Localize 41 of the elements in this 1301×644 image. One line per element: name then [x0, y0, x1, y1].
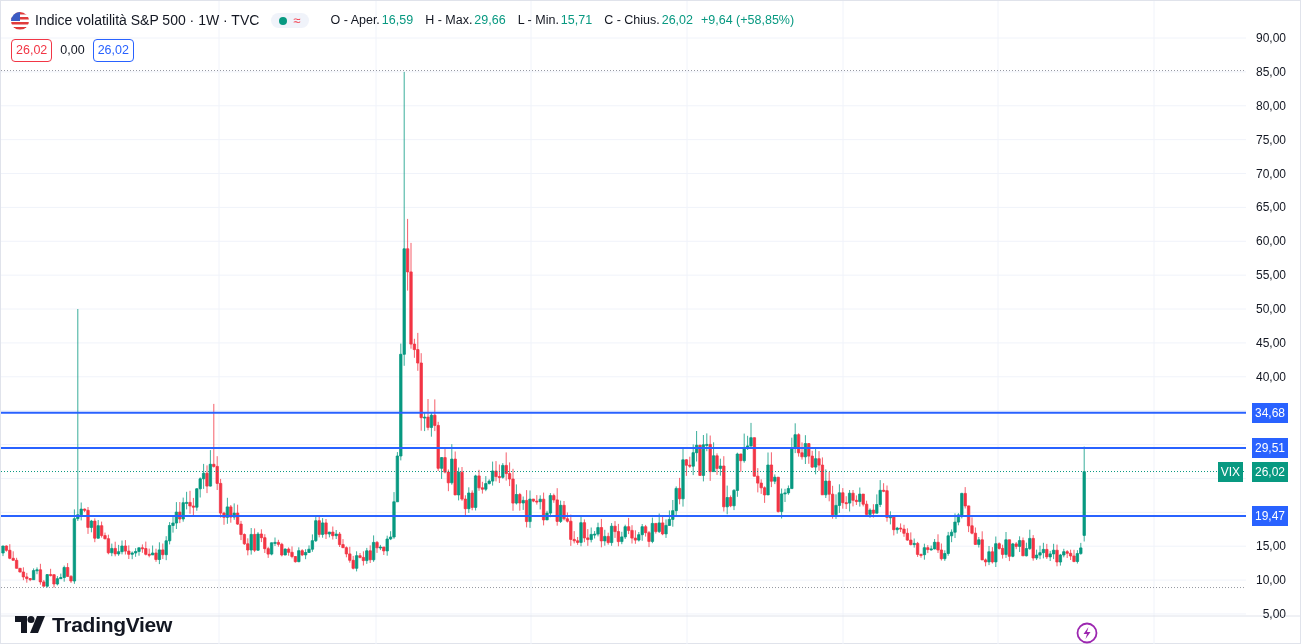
price-axis-label: 45,00	[1255, 334, 1286, 352]
ohlc-label: L - Min.	[517, 12, 559, 30]
ohlc-value: 16,59	[381, 12, 414, 30]
sell-price-button[interactable]: 26,02	[11, 39, 53, 62]
market-status-pill[interactable]: ≈	[271, 13, 309, 28]
price-axis-label: 50,00	[1255, 301, 1286, 319]
price-axis-label: 70,00	[1255, 165, 1286, 183]
ohlc-value: 29,66	[474, 12, 506, 30]
price-axis-label: 15,00	[1255, 538, 1286, 556]
level-price-tag: 19,47	[1251, 505, 1288, 526]
horizontal-level-line[interactable]	[1, 514, 1247, 517]
last-price-tag: 26,02	[1251, 461, 1288, 482]
spread-value: 0,00	[60, 42, 85, 59]
price-axis-label: 85,00	[1255, 63, 1286, 81]
ohlc-label: H - Max.	[425, 12, 473, 30]
price-change: +9,64 (+58,85%)	[701, 12, 795, 30]
price-axis-label: 80,00	[1255, 97, 1286, 115]
price-axis-label: 40,00	[1255, 368, 1286, 386]
level-price-tag: 34,68	[1251, 402, 1288, 423]
symbol-tag: VIX	[1217, 461, 1243, 482]
symbol-title[interactable]: Indice volatilità S&P 500 · 1W · TVC	[35, 10, 260, 31]
buy-price-button[interactable]: 26,02	[92, 39, 134, 62]
flag-icon	[11, 11, 29, 30]
price-axis-label: 90,00	[1255, 30, 1286, 47]
price-axis-label: 75,00	[1255, 131, 1286, 149]
price-axis-label: 65,00	[1255, 199, 1286, 217]
horizontal-level-line[interactable]	[1, 446, 1247, 449]
price-axis-label: 5,00	[1262, 605, 1286, 623]
price-axis-label: 10,00	[1255, 572, 1286, 590]
ohlc-label: C - Chius.	[604, 12, 660, 30]
lightning-icon[interactable]	[1076, 621, 1098, 644]
horizontal-level-line[interactable]	[1, 411, 1247, 414]
ohlc-value: 26,02	[661, 12, 693, 30]
price-axis-label: 60,00	[1255, 233, 1286, 251]
logo-icon	[15, 616, 45, 634]
ohlc-label: O - Aper.	[330, 12, 380, 30]
ohlc-value: 15,71	[560, 12, 593, 30]
price-axis-label: 55,00	[1255, 267, 1286, 285]
status-dot-icon	[279, 16, 288, 25]
level-price-tag: 29,51	[1251, 437, 1288, 458]
logo-text[interactable]: TradingView	[52, 609, 172, 641]
